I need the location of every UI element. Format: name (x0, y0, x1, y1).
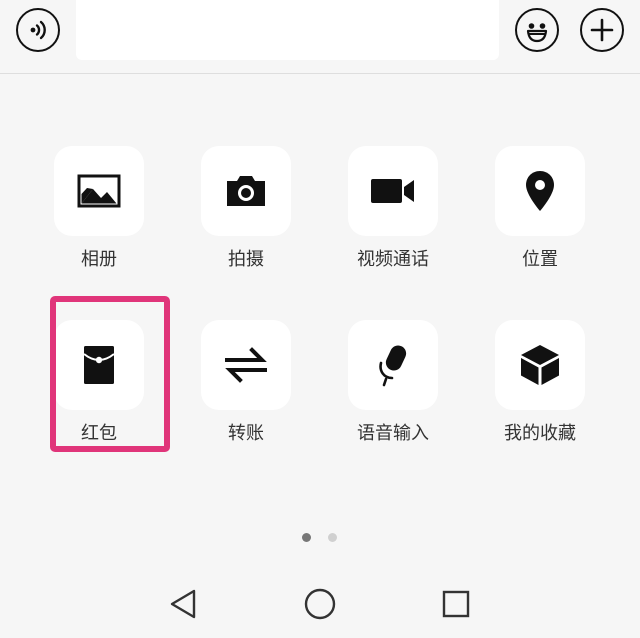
red-envelope-icon (83, 346, 115, 384)
location-label: 位置 (522, 249, 558, 270)
home-button[interactable] (300, 584, 340, 624)
page-dot[interactable] (328, 533, 337, 542)
emoji-button[interactable] (515, 8, 559, 52)
plus-icon (590, 18, 614, 42)
square-recents-icon (442, 590, 470, 618)
transfer-label: 转账 (228, 423, 264, 444)
location-item[interactable]: 位置 (495, 146, 585, 270)
transfer-tile[interactable] (201, 320, 291, 410)
voice-wave-icon (30, 20, 46, 40)
album-item[interactable]: 相册 (54, 146, 144, 270)
favorites-tile[interactable] (495, 320, 585, 410)
video-call-label: 视频通话 (357, 249, 429, 270)
message-input[interactable] (76, 0, 499, 60)
microphone-icon (379, 345, 407, 387)
album-tile[interactable] (54, 146, 144, 236)
voice-input-tile[interactable] (348, 320, 438, 410)
smiley-icon (526, 23, 548, 43)
red-envelope-item[interactable]: 红包 (54, 320, 144, 444)
transfer-item[interactable]: 转账 (201, 320, 291, 444)
shoot-tile[interactable] (201, 146, 291, 236)
video-call-tile[interactable] (348, 146, 438, 236)
back-button[interactable] (163, 584, 203, 624)
favorites-item[interactable]: 我的收藏 (495, 320, 585, 444)
triangle-back-icon (170, 589, 196, 619)
location-tile[interactable] (495, 146, 585, 236)
recents-button[interactable] (436, 584, 476, 624)
transfer-arrows-icon (225, 347, 267, 383)
shoot-item[interactable]: 拍摄 (201, 146, 291, 270)
voice-input-label: 语音输入 (357, 423, 429, 444)
chat-input-bar (0, 0, 640, 74)
red-envelope-tile[interactable] (54, 320, 144, 410)
more-functions-button[interactable] (580, 8, 624, 52)
location-pin-icon (526, 171, 554, 211)
voice-input-button[interactable] (16, 8, 60, 52)
cube-icon (521, 345, 559, 385)
camera-icon (227, 176, 265, 206)
album-label: 相册 (81, 249, 117, 270)
video-camera-icon (371, 179, 414, 203)
voice-input-item[interactable]: 语音输入 (348, 320, 438, 444)
red-envelope-label: 红包 (81, 423, 117, 444)
system-navigation-bar (0, 570, 640, 638)
favorites-label: 我的收藏 (504, 423, 576, 444)
shoot-label: 拍摄 (228, 249, 264, 270)
video-call-item[interactable]: 视频通话 (348, 146, 438, 270)
circle-home-icon (304, 588, 336, 620)
image-icon (77, 174, 121, 208)
page-dot-active[interactable] (302, 533, 311, 542)
